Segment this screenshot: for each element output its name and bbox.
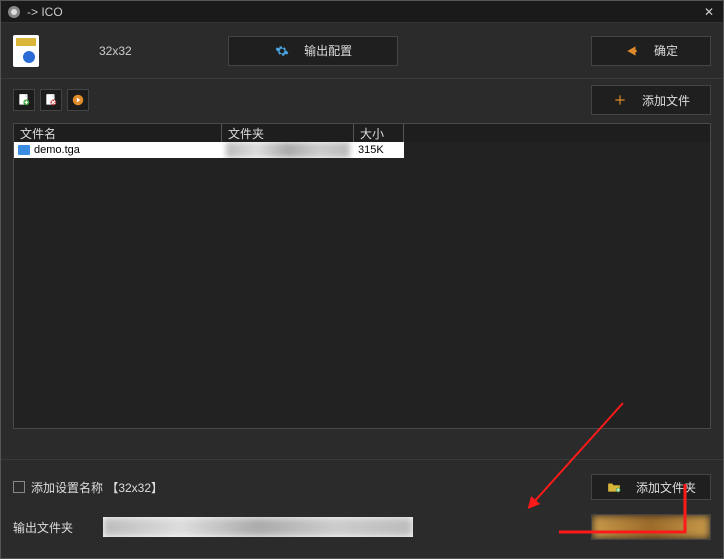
cell-filename: demo.tga — [14, 142, 222, 158]
cell-size: 315K — [354, 142, 404, 158]
add-file-button[interactable]: 添加文件 — [591, 85, 711, 115]
cell-folder — [222, 142, 354, 158]
titlebar: -> ICO ✕ — [1, 1, 723, 23]
ok-button[interactable]: 确定 — [591, 36, 711, 66]
add-settings-checkbox[interactable] — [13, 481, 25, 493]
output-folder-path[interactable] — [103, 517, 413, 537]
file-icon — [18, 145, 30, 155]
close-button[interactable]: ✕ — [701, 4, 717, 20]
add-folder-label: 添加文件夹 — [636, 479, 696, 496]
remove-page-button[interactable] — [40, 89, 62, 111]
file-table: 文件名 文件夹 大小 demo.tga 315K — [13, 123, 711, 429]
bottom-panel: 添加设置名称 【32x32】 添加文件夹 输出文件夹 — [1, 459, 723, 558]
app-icon — [7, 5, 21, 19]
add-file-label: 添加文件 — [642, 92, 690, 109]
play-button[interactable] — [67, 89, 89, 111]
add-settings-label: 添加设置名称 【32x32】 — [31, 479, 163, 496]
add-page-button[interactable] — [13, 89, 35, 111]
gear-icon — [274, 43, 290, 59]
output-config-button[interactable]: 输出配置 — [228, 36, 398, 66]
plus-icon — [612, 92, 628, 108]
table-header: 文件名 文件夹 大小 — [14, 124, 710, 142]
folder-plus-icon — [606, 479, 622, 495]
output-config-label: 输出配置 — [304, 42, 352, 59]
col-size[interactable]: 大小 — [354, 124, 404, 142]
add-folder-button[interactable]: 添加文件夹 — [591, 474, 711, 500]
output-action-button[interactable] — [591, 514, 711, 540]
toolbar: 添加文件 — [1, 79, 723, 123]
filename-text: demo.tga — [34, 144, 80, 156]
output-folder-label: 输出文件夹 — [13, 519, 73, 536]
ico-preview-icon — [13, 35, 39, 67]
table-row[interactable]: demo.tga 315K — [14, 142, 404, 158]
col-folder[interactable]: 文件夹 — [222, 124, 354, 142]
arrow-right-icon — [624, 43, 640, 59]
icon-size-label: 32x32 — [99, 44, 132, 58]
ok-label: 确定 — [654, 42, 678, 59]
col-filename[interactable]: 文件名 — [14, 124, 222, 142]
top-panel: 32x32 输出配置 确定 — [1, 23, 723, 79]
window-title: -> ICO — [27, 5, 63, 19]
